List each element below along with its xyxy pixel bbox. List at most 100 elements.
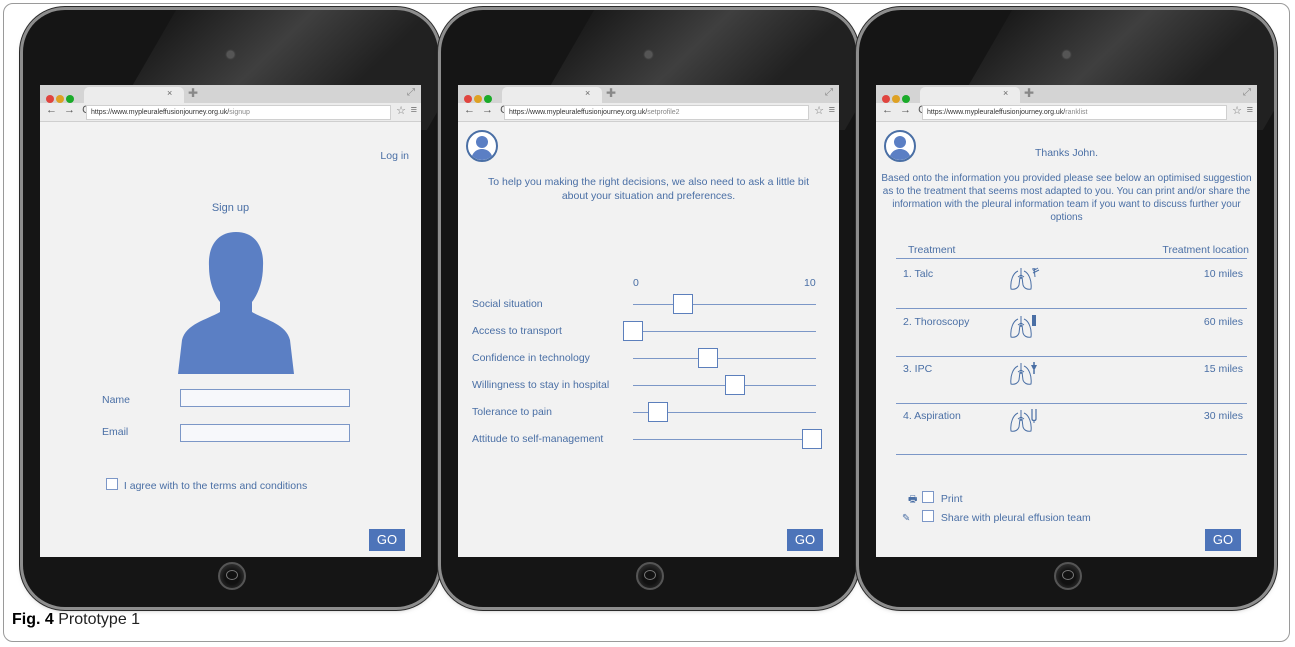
user-avatar (466, 130, 498, 162)
scale-max-label: 10 (804, 277, 816, 289)
screen-setprofile: × ✚ ⤢ ← → C https://www.mypleuraleffusio… (458, 85, 839, 557)
home-button[interactable] (635, 562, 664, 590)
maximize-window-button[interactable] (66, 95, 74, 103)
close-tab-icon[interactable]: × (585, 88, 590, 98)
treatment-name: 2. Thoroscopy (903, 316, 970, 328)
name-input[interactable] (180, 389, 350, 407)
fullscreen-icon[interactable]: ⤢ (825, 87, 833, 98)
camera (1062, 51, 1070, 58)
treatment-column-header: Treatment (908, 244, 956, 256)
url-field[interactable]: https://www.mypleuraleffusionjourney.org… (504, 105, 809, 120)
address-bar: ← → C https://www.mypleuraleffusionjourn… (458, 103, 839, 122)
location-column-header: Treatment location (1162, 244, 1249, 256)
slider-track[interactable] (633, 331, 816, 332)
slider-thumb[interactable] (623, 321, 643, 341)
lung-catheter-icon (1010, 362, 1037, 385)
new-tab-icon[interactable]: ✚ (1024, 86, 1034, 100)
close-window-button[interactable] (46, 95, 54, 103)
go-button[interactable]: GO (1205, 529, 1241, 551)
treatment-distance: 15 miles (1203, 363, 1243, 375)
terms-label: I agree with to the terms and conditions (123, 480, 308, 492)
close-tab-icon[interactable]: × (1003, 88, 1008, 98)
recommendation-intro: Based onto the information you provided … (881, 173, 1252, 223)
preference-slider[interactable]: Social situation (472, 294, 822, 314)
maximize-window-button[interactable] (484, 95, 492, 103)
url-field[interactable]: https://www.mypleuraleffusionjourney.org… (86, 105, 391, 120)
print-checkbox[interactable] (922, 491, 934, 503)
slider-track[interactable] (633, 439, 816, 440)
preference-slider[interactable]: Willingness to stay in hospital (472, 375, 822, 395)
treatment-distance: 10 miles (1203, 268, 1243, 280)
address-bar: ← → C https://www.mypleuraleffusionjourn… (40, 103, 421, 122)
slider-label: Tolerance to pain (472, 406, 552, 418)
minimize-window-button[interactable] (56, 95, 64, 103)
close-window-button[interactable] (882, 95, 890, 103)
minimize-window-button[interactable] (474, 95, 482, 103)
printer-icon: 🖶 (908, 494, 918, 505)
slider-track[interactable] (633, 304, 816, 305)
maximize-window-button[interactable] (902, 95, 910, 103)
minimize-window-button[interactable] (892, 95, 900, 103)
slider-track[interactable] (633, 358, 816, 359)
url-field[interactable]: https://www.mypleuraleffusionjourney.org… (922, 105, 1227, 120)
screen-ranklist: × ✚ ⤢ ← → C https://www.mypleuraleffusio… (876, 85, 1257, 557)
slider-thumb[interactable] (648, 402, 669, 422)
browser-tab-bar: × ✚ ⤢ (40, 85, 421, 103)
slider-label: Access to transport (472, 325, 562, 337)
go-button[interactable]: GO (369, 529, 405, 551)
camera (644, 51, 652, 58)
share-checkbox[interactable] (922, 510, 934, 522)
scale-min-label: 0 (633, 277, 639, 289)
user-avatar-icon (471, 136, 493, 160)
bookmark-star-icon[interactable]: ☆ (1232, 104, 1242, 117)
share-label: Share with pleural effusion team (940, 512, 1091, 524)
terms-checkbox[interactable] (106, 478, 118, 490)
preference-slider[interactable]: Confidence in technology (472, 348, 822, 368)
browser-menu-icon[interactable]: ≡ (829, 104, 835, 116)
preference-slider[interactable]: Tolerance to pain (472, 402, 822, 422)
fullscreen-icon[interactable]: ⤢ (407, 87, 415, 98)
slider-label: Social situation (472, 298, 543, 310)
go-button[interactable]: GO (787, 529, 823, 551)
preference-slider[interactable]: Access to transport (472, 321, 822, 341)
tablet-ranklist: × ✚ ⤢ ← → C https://www.mypleuraleffusio… (859, 10, 1274, 607)
browser-menu-icon[interactable]: ≡ (1247, 104, 1253, 116)
print-row: 🖶 Print (908, 491, 963, 509)
browser-menu-icon[interactable]: ≡ (411, 104, 417, 116)
browser-tab-bar: × ✚ ⤢ (876, 85, 1257, 103)
slider-thumb[interactable] (698, 348, 719, 368)
slider-label: Willingness to stay in hospital (472, 379, 610, 391)
slider-thumb[interactable] (725, 375, 746, 395)
treatment-name: 3. IPC (903, 363, 933, 375)
close-window-button[interactable] (464, 95, 472, 103)
signup-content: Log in Sign up Name Email I agree with t… (40, 122, 421, 557)
treatment-distance: 30 miles (1203, 410, 1243, 422)
slider-thumb[interactable] (673, 294, 694, 314)
login-link[interactable]: Log in (380, 150, 409, 162)
figure-title: Prototype 1 (53, 611, 141, 628)
profile-intro: To help you making the right decisions, … (488, 176, 810, 202)
bookmark-star-icon[interactable]: ☆ (814, 104, 824, 117)
fullscreen-icon[interactable]: ⤢ (1243, 87, 1251, 98)
print-label: Print (940, 493, 963, 505)
screen-signup: × ✚ ⤢ ← → C https://www.mypleuraleffusio… (40, 85, 421, 557)
slider-thumb[interactable] (802, 429, 822, 449)
close-tab-icon[interactable]: × (167, 88, 172, 98)
name-label: Name (102, 394, 131, 406)
new-tab-icon[interactable]: ✚ (606, 86, 616, 100)
new-tab-icon[interactable]: ✚ (188, 86, 198, 100)
bookmark-star-icon[interactable]: ☆ (396, 104, 406, 117)
tablet-signup: × ✚ ⤢ ← → C https://www.mypleuraleffusio… (23, 10, 438, 607)
email-label: Email (102, 426, 129, 438)
browser-tab-bar: × ✚ ⤢ (458, 85, 839, 103)
share-row: ✎ Share with pleural effusion team (902, 510, 1091, 524)
preference-slider[interactable]: Attitude to self-management (472, 429, 822, 449)
home-button[interactable] (1053, 562, 1082, 590)
avatar-placeholder-icon (178, 232, 294, 374)
email-input[interactable] (180, 424, 350, 442)
lung-needle-icon (1010, 409, 1037, 432)
ranklist-content: Thanks John. Based onto the information … (876, 122, 1257, 557)
treatment-distance: 60 miles (1203, 316, 1243, 328)
home-button[interactable] (217, 562, 246, 590)
page-title: Sign up (211, 202, 250, 214)
